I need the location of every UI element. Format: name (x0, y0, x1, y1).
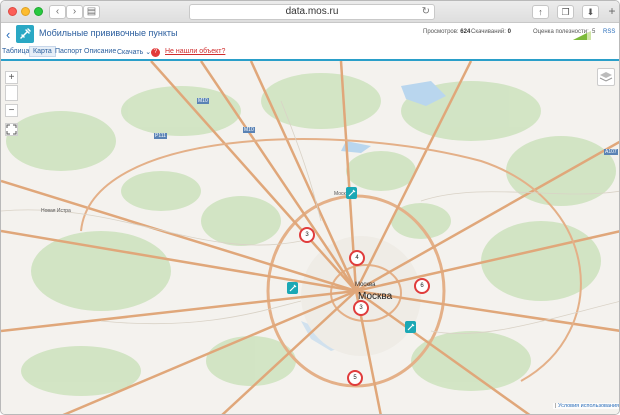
new-tab-button[interactable]: + (605, 5, 619, 19)
vaccination-point-pin[interactable] (346, 187, 357, 199)
road-label: М10 (197, 98, 209, 104)
dataset-title: Мобильные прививочные пункты (39, 28, 178, 38)
maximize-window-button[interactable] (34, 7, 43, 16)
views-stat: Просмотров: 624 (423, 29, 471, 35)
rating-bars[interactable] (573, 27, 593, 45)
rss-link[interactable]: RSS (603, 29, 615, 35)
syringe-logo-icon (16, 25, 34, 43)
dataset-header: ‹ Мобильные прививочные пункты Просмотро… (1, 23, 619, 46)
map-view[interactable]: М10 М10 Р111 А107 Москва Новая Истра Мос… (1, 61, 620, 414)
chevron-right-icon: › (72, 6, 77, 17)
tab-download[interactable]: Скачать ⌄ (117, 48, 151, 56)
downloads-stat: Скачиваний: 0 (471, 29, 511, 35)
zoom-slider[interactable] (5, 85, 18, 101)
zoom-out-button[interactable]: − (5, 104, 18, 117)
zoom-in-button[interactable]: + (5, 71, 18, 84)
fullscreen-button[interactable] (5, 123, 18, 136)
road-label: М10 (243, 127, 255, 133)
share-icon: ↑ (538, 7, 543, 17)
not-found-link[interactable]: Не нашли объект? (165, 48, 225, 55)
sidebar-toggle-button[interactable]: ▤ (83, 5, 100, 19)
share-button[interactable]: ↑ (532, 5, 549, 19)
browser-window: ‹ › ▤ data.mos.ru ↻ ↑ ❐ ⬇ + ‹ Мобильные … (0, 0, 620, 415)
minus-icon: − (8, 105, 15, 116)
tabs-icon: ❐ (561, 7, 570, 17)
rating-value: 5 (592, 29, 596, 35)
cluster-marker[interactable]: 6 (414, 278, 430, 294)
browser-back-button[interactable]: ‹ (49, 5, 66, 19)
tab-passport[interactable]: Паспорт (55, 48, 82, 55)
road-label: Р111 (154, 133, 167, 139)
plus-icon: + (608, 4, 616, 18)
vaccination-point-pin[interactable] (287, 282, 298, 294)
views-count: 624 (460, 29, 471, 35)
address-url: data.mos.ru (285, 6, 339, 17)
terms-link[interactable]: Условия использования (558, 403, 619, 409)
vaccination-point-pin[interactable] (405, 321, 416, 333)
tab-description[interactable]: Описание (84, 48, 116, 55)
road-label: Новая Истра (41, 208, 71, 214)
reload-icon[interactable]: ↻ (422, 6, 430, 17)
cluster-marker[interactable]: 5 (347, 370, 363, 386)
cluster-marker[interactable]: 4 (349, 250, 365, 266)
layers-icon (599, 72, 613, 82)
fullscreen-icon (6, 124, 17, 135)
road-label: А107 (604, 149, 618, 155)
minimize-window-button[interactable] (21, 7, 30, 16)
cluster-marker[interactable]: 3 (353, 300, 369, 316)
browser-forward-button[interactable]: › (66, 5, 83, 19)
downloads-count: 0 (507, 29, 511, 35)
tab-map[interactable]: Карта (29, 46, 56, 57)
layers-button[interactable] (597, 68, 615, 86)
question-icon: ? (151, 48, 160, 57)
chevron-left-icon: ‹ (55, 6, 60, 17)
close-window-button[interactable] (8, 7, 17, 16)
download-icon: ⬇ (586, 7, 595, 17)
downloads-button[interactable]: ⬇ (582, 5, 599, 19)
plus-icon: + (8, 72, 15, 83)
cluster-marker[interactable]: 3 (299, 227, 315, 243)
tabs-overview-button[interactable]: ❐ (557, 5, 574, 19)
map-terms: | Условия использования (553, 403, 620, 409)
browser-titlebar: ‹ › ▤ data.mos.ru ↻ ↑ ❐ ⬇ + (1, 1, 619, 23)
back-icon[interactable]: ‹ (6, 27, 10, 42)
city-label-small: Москва (355, 282, 376, 288)
tab-table[interactable]: Таблица (2, 48, 29, 55)
address-bar[interactable]: data.mos.ru ↻ (189, 4, 435, 20)
sidebar-icon: ▤ (86, 6, 97, 17)
